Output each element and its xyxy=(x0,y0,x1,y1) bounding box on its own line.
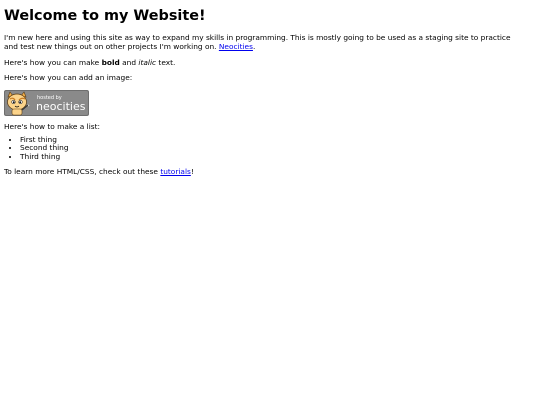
tutorials-link[interactable]: tutorials xyxy=(160,167,191,176)
bold-and: and xyxy=(122,57,137,67)
intro-text: I'm new here and using this site as way … xyxy=(4,32,511,51)
intro-paragraph: I'm new here and using this site as way … xyxy=(4,32,520,52)
formatting-paragraph: Here's how you can make bold and italic … xyxy=(4,57,520,68)
italic-example: italic xyxy=(138,57,157,67)
learn-prefix: To learn more HTML/CSS, check out these xyxy=(4,166,158,176)
learn-more-paragraph: To learn more HTML/CSS, check out these … xyxy=(4,166,520,177)
example-list: First thing Second thing Third thing xyxy=(4,136,520,161)
page-title: Welcome to my Website! xyxy=(4,8,206,24)
intro-end: . xyxy=(252,41,256,51)
list-intro: Here's how to make a list: xyxy=(4,122,100,132)
bold-suffix: text. xyxy=(158,57,176,67)
hosted-by-neocities-badge: hosted by neocities xyxy=(4,90,89,117)
image-container: hosted by neocities xyxy=(4,90,520,117)
page-content: Welcome to my Website! I'm new here and … xyxy=(0,0,524,177)
neocities-link[interactable]: Neocities xyxy=(219,42,253,51)
image-paragraph: Here's how you can add an image: xyxy=(4,73,133,83)
badge-brand-text: neocities xyxy=(36,100,86,113)
learn-suffix: ! xyxy=(190,166,194,176)
list-item: Second thing xyxy=(20,144,520,152)
bold-example: bold xyxy=(101,57,120,67)
list-item: First thing xyxy=(20,136,520,144)
list-item: Third thing xyxy=(20,152,520,161)
bold-prefix: Here's how you can make xyxy=(4,57,100,67)
